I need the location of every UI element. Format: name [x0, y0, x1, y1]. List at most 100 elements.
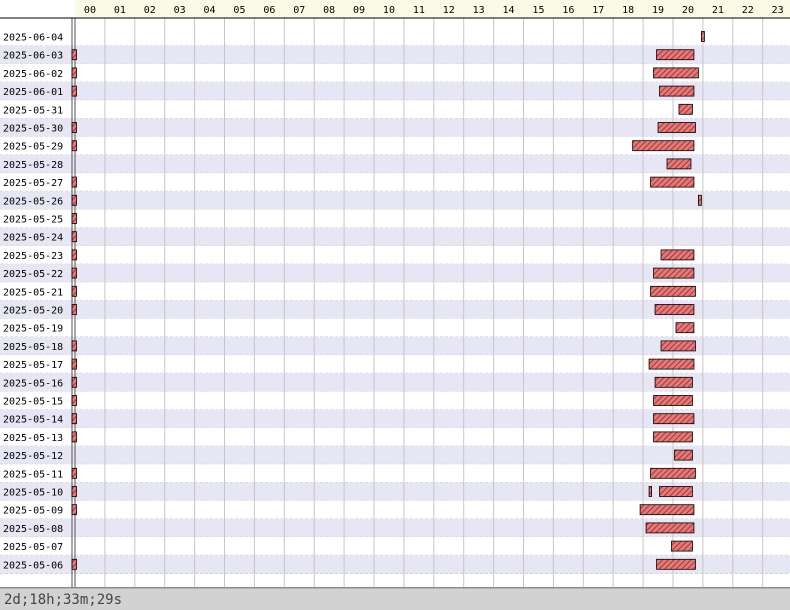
row-background: [0, 100, 790, 119]
session-bar: [71, 358, 77, 370]
session-bar: [632, 140, 695, 152]
hour-tick-label: 09: [353, 5, 365, 16]
date-label: 2025-05-31: [3, 105, 63, 116]
timeline-chart: 00 01 02 03 04 05 06 07 08 09 10 11 12 13 14 15 16 17 18 19…: [0, 0, 790, 588]
hour-tick-label: 05: [233, 5, 245, 16]
date-label: 2025-05-10: [3, 488, 63, 499]
session-bar: [71, 249, 77, 261]
hour-tick-label: 11: [413, 5, 425, 16]
date-label: 2025-05-27: [3, 178, 63, 189]
hour-tick-label: 04: [204, 5, 216, 16]
date-label: 2025-05-20: [3, 306, 63, 317]
date-label: 2025-05-13: [3, 433, 63, 444]
session-bar: [71, 395, 77, 406]
hour-tick-label: 13: [473, 5, 485, 16]
row-background: [0, 209, 790, 228]
session-bar: [71, 176, 77, 188]
hour-tick-label: 20: [682, 5, 694, 16]
date-label: 2025-05-26: [3, 196, 63, 207]
hour-tick-label: 16: [562, 5, 574, 16]
session-bar: [660, 340, 696, 352]
date-label: 2025-06-04: [3, 33, 63, 44]
session-bar: [71, 49, 77, 61]
session-bar: [653, 413, 695, 425]
date-label: 2025-05-25: [3, 215, 63, 226]
row-background: [0, 191, 790, 210]
session-bar: [71, 376, 77, 388]
date-label: 2025-05-15: [3, 397, 63, 408]
session-bar: [71, 467, 77, 479]
session-bar: [71, 486, 77, 497]
session-bar: [71, 122, 77, 133]
hour-tick-label: 15: [532, 5, 544, 16]
session-bar: [71, 267, 77, 279]
total-duration: 2d;18h;33m;29s: [4, 592, 123, 608]
session-bar: [71, 67, 77, 79]
session-bar: [71, 413, 77, 425]
session-bar: [639, 504, 695, 516]
hour-tick-label: 02: [144, 5, 156, 16]
date-label: 2025-05-07: [3, 542, 63, 553]
date-label: 2025-05-17: [3, 360, 63, 371]
hour-tick-label: 08: [323, 5, 335, 16]
date-label: 2025-05-29: [3, 142, 63, 153]
session-bar: [71, 504, 77, 516]
session-bar: [71, 285, 77, 297]
hour-tick-label: 18: [622, 5, 634, 16]
session-bar: [653, 67, 699, 79]
session-bar: [71, 213, 77, 224]
row-background: [0, 27, 790, 46]
session-bar: [659, 85, 695, 97]
session-bar: [671, 540, 693, 552]
session-bar: [71, 231, 77, 243]
session-bar: [653, 431, 693, 443]
session-bar: [698, 194, 702, 206]
hour-tick-label: 19: [652, 5, 664, 16]
date-label: 2025-05-09: [3, 506, 63, 517]
date-label: 2025-05-30: [3, 124, 63, 135]
session-bar: [701, 31, 705, 42]
date-label: 2025-05-12: [3, 451, 63, 462]
hour-tick-label: 00: [84, 5, 96, 16]
date-label: 2025-05-23: [3, 251, 63, 262]
session-bar: [650, 176, 695, 188]
hour-tick-label: 01: [114, 5, 126, 16]
session-bar: [645, 522, 695, 534]
date-label: 2025-05-11: [3, 469, 63, 480]
session-bar: [71, 340, 77, 352]
date-label: 2025-05-28: [3, 160, 63, 171]
date-label: 2025-05-18: [3, 342, 63, 353]
session-bar: [71, 85, 77, 97]
hour-tick-label: 22: [742, 5, 754, 16]
hour-tick-label: 06: [263, 5, 275, 16]
session-bar: [674, 449, 693, 461]
date-label: 2025-05-22: [3, 269, 63, 280]
session-bar: [656, 558, 696, 570]
session-bar: [666, 158, 692, 170]
session-bar: [657, 122, 696, 133]
session-bar: [650, 467, 696, 479]
date-label: 2025-05-16: [3, 378, 63, 389]
session-bar: [654, 376, 693, 388]
date-label: 2025-05-19: [3, 324, 63, 335]
row-background: [0, 227, 790, 246]
date-label: 2025-06-03: [3, 51, 63, 62]
date-label: 2025-06-02: [3, 69, 63, 80]
hour-tick-label: 14: [503, 5, 515, 16]
session-bar: [678, 103, 693, 115]
row-background: [0, 446, 790, 465]
hour-tick-label: 12: [443, 5, 455, 16]
hour-tick-label: 03: [174, 5, 186, 16]
session-bar: [71, 431, 77, 443]
hour-tick-label: 10: [383, 5, 395, 16]
session-bar: [659, 486, 693, 497]
session-bar: [653, 267, 695, 279]
date-label: 2025-05-08: [3, 524, 63, 535]
date-label: 2025-06-01: [3, 87, 63, 98]
session-bar: [71, 304, 77, 315]
session-bar: [648, 358, 695, 370]
date-label: 2025-05-21: [3, 287, 63, 298]
session-bar: [71, 558, 77, 570]
session-bar: [654, 304, 695, 315]
session-bar: [648, 486, 652, 497]
